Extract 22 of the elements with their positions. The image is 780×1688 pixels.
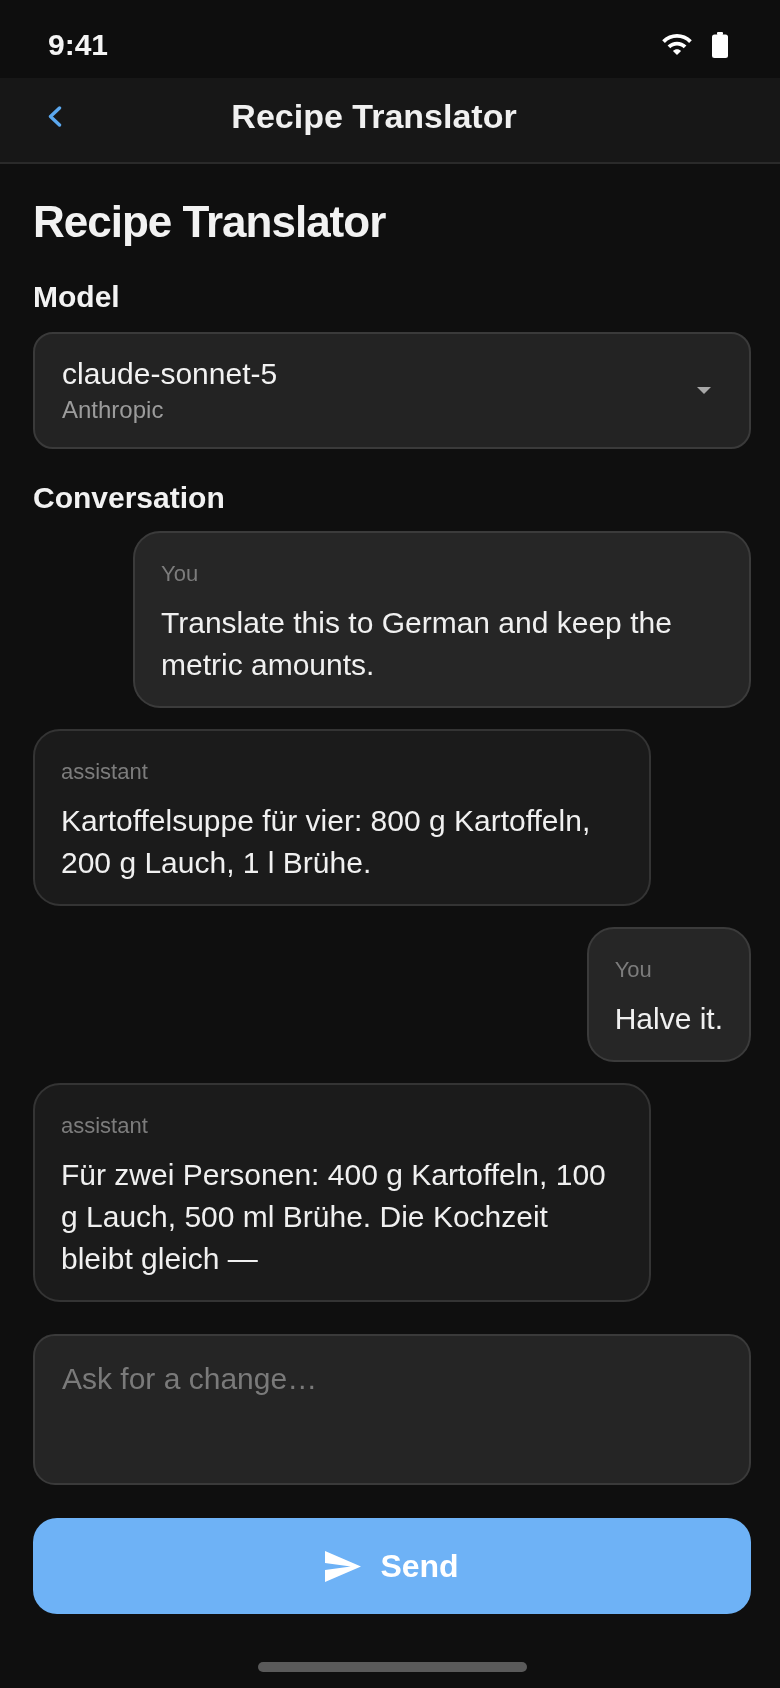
model-select[interactable]: claude-sonnet-5 Anthropic (33, 332, 751, 449)
model-provider: Anthropic (62, 395, 164, 425)
page-title: Recipe Translator (33, 196, 386, 248)
section-label: Conversation (33, 480, 225, 516)
message-text: Für zwei Personen: 400 g Kartoffeln, 100 g Lauch, 500 ml Brühe. Die Kochzeit bleibt gleich — (61, 1157, 607, 1277)
model-name: claude-sonnet-5 (62, 356, 278, 392)
sender-label: assistant (61, 1112, 148, 1140)
chevron-left-icon (46, 105, 62, 127)
wifi-icon (662, 34, 692, 55)
send-icon (325, 1550, 362, 1582)
sender-label: You (161, 560, 199, 588)
message-input[interactable]: Ask for a change… (33, 1334, 751, 1485)
battery-icon (712, 31, 728, 58)
field-label: Model (33, 279, 120, 315)
sender-label: You (614, 956, 652, 984)
caret-icon (697, 387, 711, 394)
message-text: Kartoffelsuppe für vier: 800 g Kartoffeln, 200 g Lauch, 1 l Brühe. (61, 803, 592, 881)
status-time: 9:41 (48, 26, 109, 63)
message-text: Translate this to German and keep the metric amounts. (161, 605, 673, 683)
message-text: Halve it. (614, 1001, 723, 1037)
nav-title: Recipe Translator (231, 96, 517, 136)
sender-label: assistant (61, 758, 148, 786)
